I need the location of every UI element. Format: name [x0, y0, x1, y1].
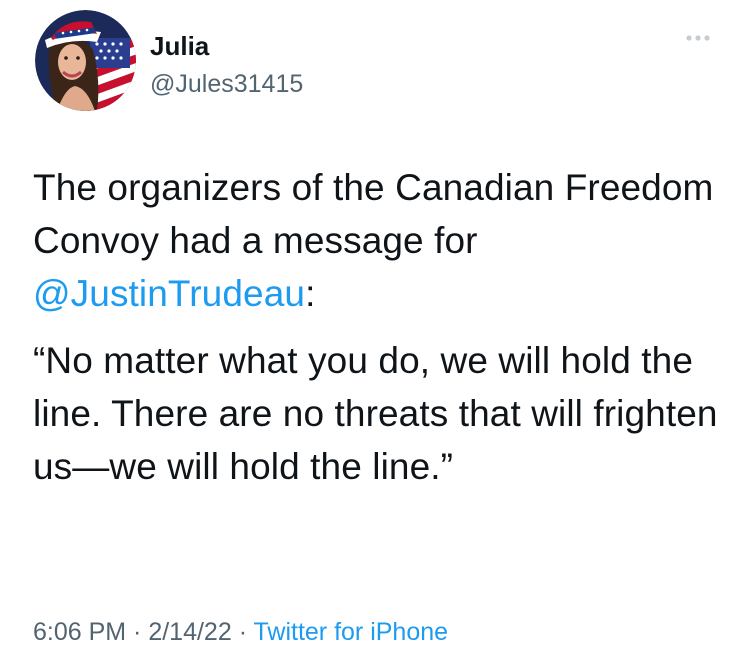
- tweet-metadata: 6:06 PM · 2/14/22 · Twitter for iPhone: [33, 614, 448, 650]
- user-handle[interactable]: @Jules31415: [150, 69, 303, 99]
- mention-link[interactable]: @JustinTrudeau: [33, 273, 305, 314]
- tweet-paragraph-1: The organizers of the Canadian Freedom C…: [33, 161, 723, 320]
- tweet-quote: “No matter what you do, we will hold the…: [33, 340, 718, 487]
- tweet-body: The organizers of the Canadian Freedom C…: [33, 161, 723, 493]
- more-horizontal-icon[interactable]: [685, 31, 711, 45]
- tweet-text-intro: The organizers of the Canadian Freedom C…: [33, 167, 714, 261]
- meta-separator: ·: [126, 618, 149, 646]
- tweet-text-colon: :: [305, 273, 316, 314]
- meta-separator: ·: [231, 618, 254, 646]
- avatar-image: [35, 10, 136, 111]
- tweet-time[interactable]: 6:06 PM: [33, 618, 126, 646]
- tweet-date[interactable]: 2/14/22: [148, 618, 231, 646]
- user-display-name[interactable]: Julia: [150, 30, 209, 62]
- tweet-source-link[interactable]: Twitter for iPhone: [254, 618, 449, 646]
- avatar[interactable]: [35, 10, 136, 111]
